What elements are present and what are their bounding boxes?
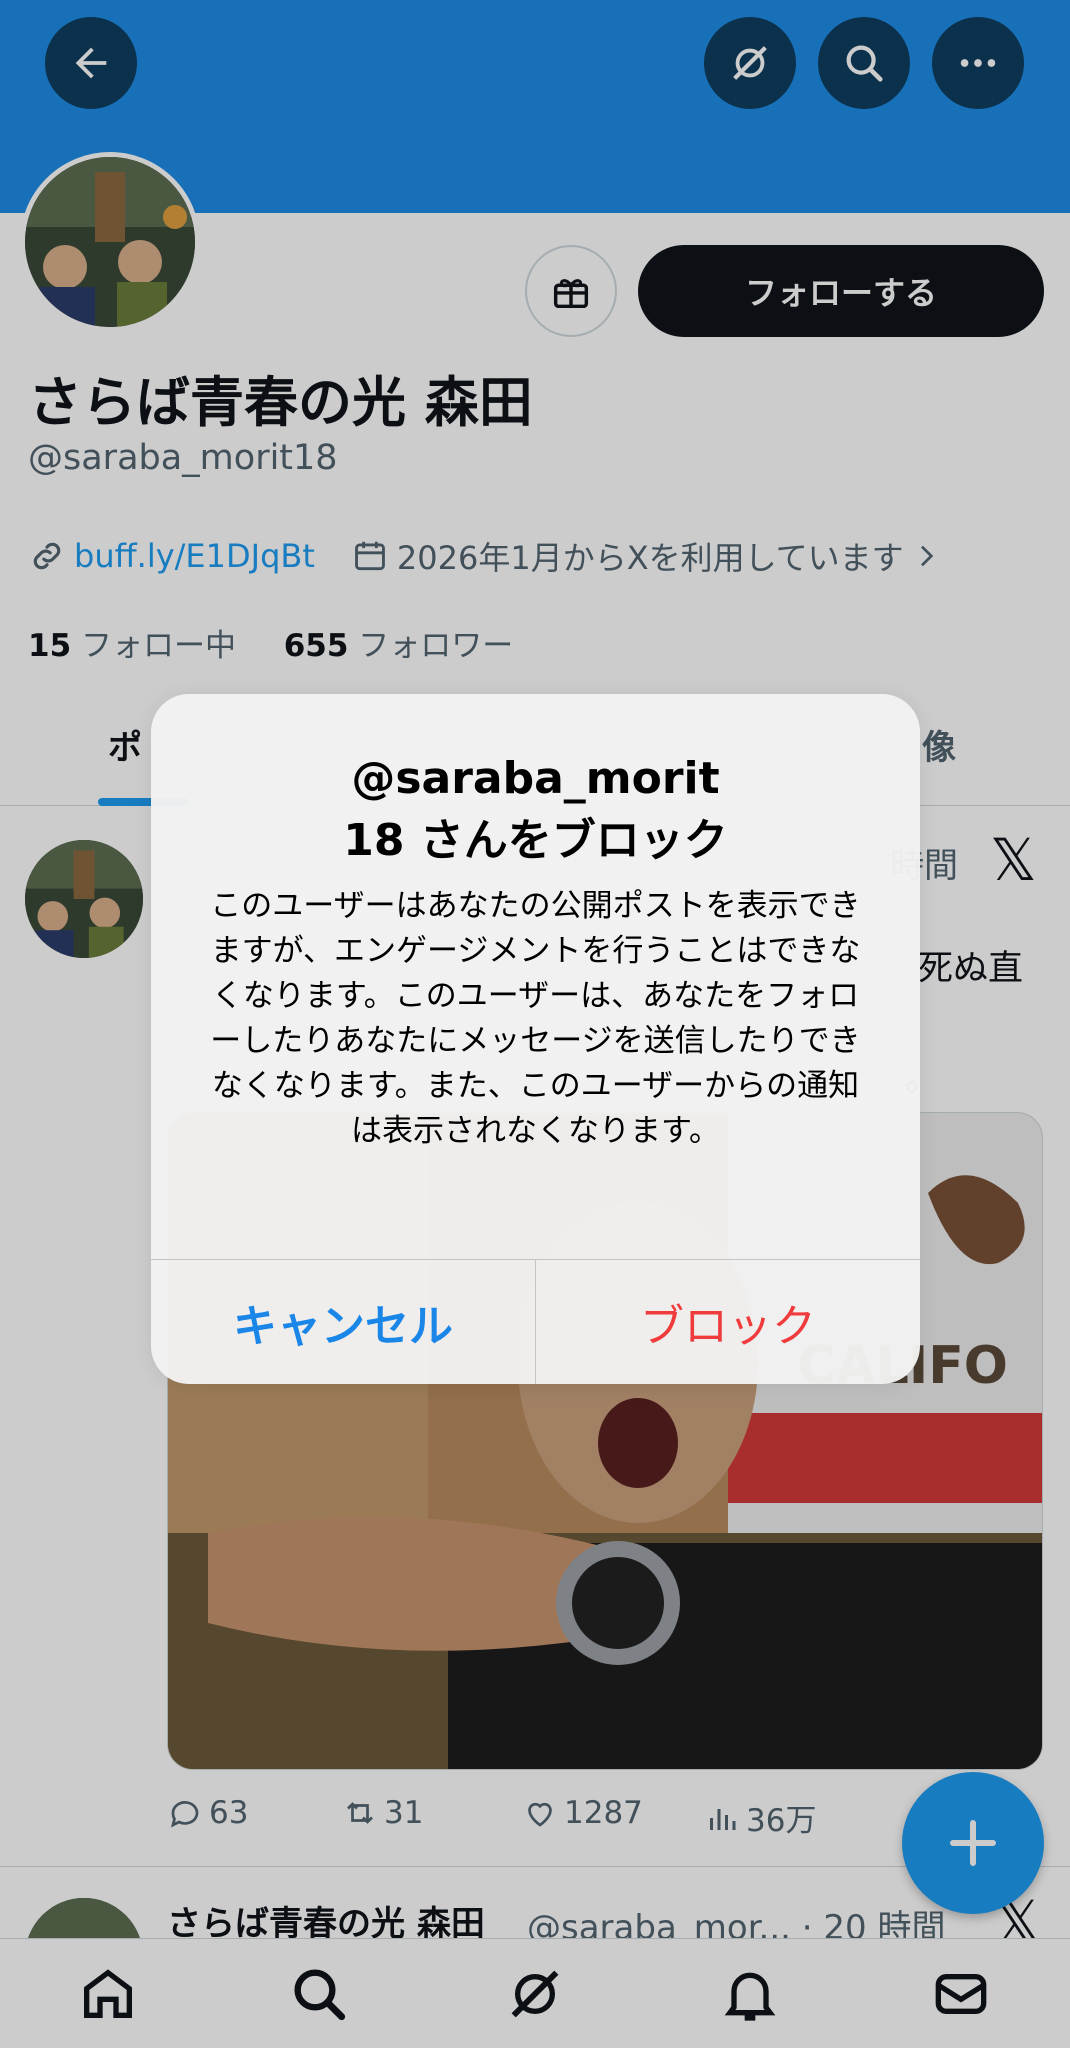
alert-message: このユーザーはあなたの公開ポストを表示できますが、エンゲージメントを行うことはで… bbox=[210, 888, 861, 1149]
cancel-button[interactable]: キャンセル bbox=[151, 1260, 535, 1384]
block-alert-dialog: @saraba_morit 18 さんをブロック このユーザーはあなたの公開ポス… bbox=[151, 694, 920, 1384]
alert-title: @saraba_morit 18 さんをブロック bbox=[343, 753, 728, 866]
block-button[interactable]: ブロック bbox=[536, 1260, 920, 1384]
profile-screen: フォローする さらば青春の光 森田 @saraba_morit18 buff.l… bbox=[0, 0, 1070, 2048]
